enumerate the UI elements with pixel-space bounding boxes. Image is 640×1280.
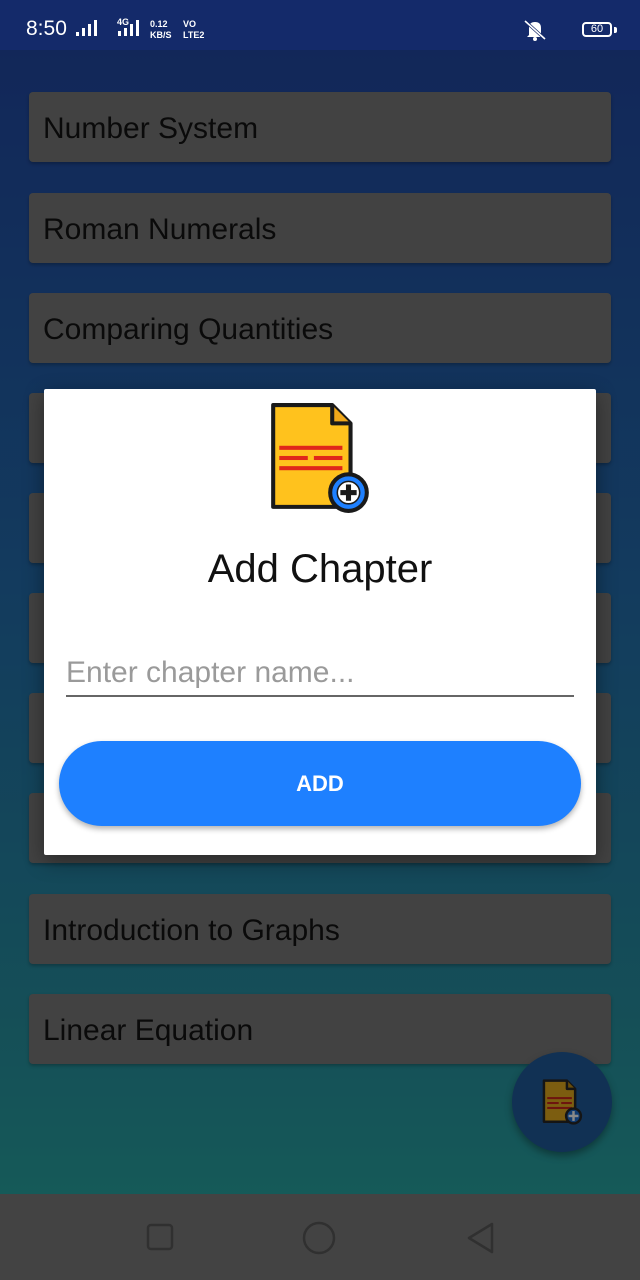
- network-type: 4G: [117, 17, 130, 27]
- add-chapter-dialog: Add Chapter ADD: [44, 389, 596, 855]
- chapter-item[interactable]: Comparing Quantities: [29, 293, 611, 363]
- add-button[interactable]: ADD: [59, 741, 581, 826]
- recent-apps-icon[interactable]: [146, 1223, 174, 1251]
- chapter-label: Linear Equation: [43, 1014, 254, 1047]
- net-speed-value: 0.12: [150, 19, 168, 29]
- chapter-item[interactable]: Linear Equation: [29, 994, 611, 1064]
- chapter-label: Number System: [43, 112, 259, 145]
- chapter-label: Comparing Quantities: [43, 313, 334, 346]
- chapter-label: Roman Numerals: [43, 213, 277, 246]
- status-right-group: 60: [522, 17, 617, 41]
- back-icon[interactable]: [464, 1221, 496, 1255]
- document-add-icon: [542, 1079, 583, 1125]
- volte-top: VO: [183, 19, 197, 29]
- chapter-item[interactable]: Introduction to Graphs: [29, 894, 611, 964]
- chapter-item[interactable]: Number System: [29, 92, 611, 162]
- chapter-label: Introduction to Graphs: [43, 914, 340, 947]
- home-icon[interactable]: [302, 1221, 336, 1255]
- battery-nub: [614, 27, 617, 33]
- net-speed-unit: KB/S: [150, 30, 172, 40]
- battery-icon: 60: [582, 22, 612, 37]
- document-add-icon: [271, 403, 369, 513]
- bell-muted-icon: [523, 19, 547, 41]
- chapter-item[interactable]: Roman Numerals: [29, 193, 611, 263]
- status-bar: 8:50 4G 0.12 KB/S VO LTE2 60: [0, 0, 640, 50]
- dialog-title: Add Chapter: [207, 547, 433, 591]
- status-time: 8:50: [26, 17, 67, 40]
- navigation-bar: [0, 1194, 640, 1280]
- volte-bottom: LTE2: [183, 30, 205, 40]
- app-screen: 8:50 4G 0.12 KB/S VO LTE2 60 Number Syst…: [0, 0, 640, 1280]
- add-chapter-fab[interactable]: [512, 1052, 612, 1152]
- chapter-name-input[interactable]: [66, 651, 574, 697]
